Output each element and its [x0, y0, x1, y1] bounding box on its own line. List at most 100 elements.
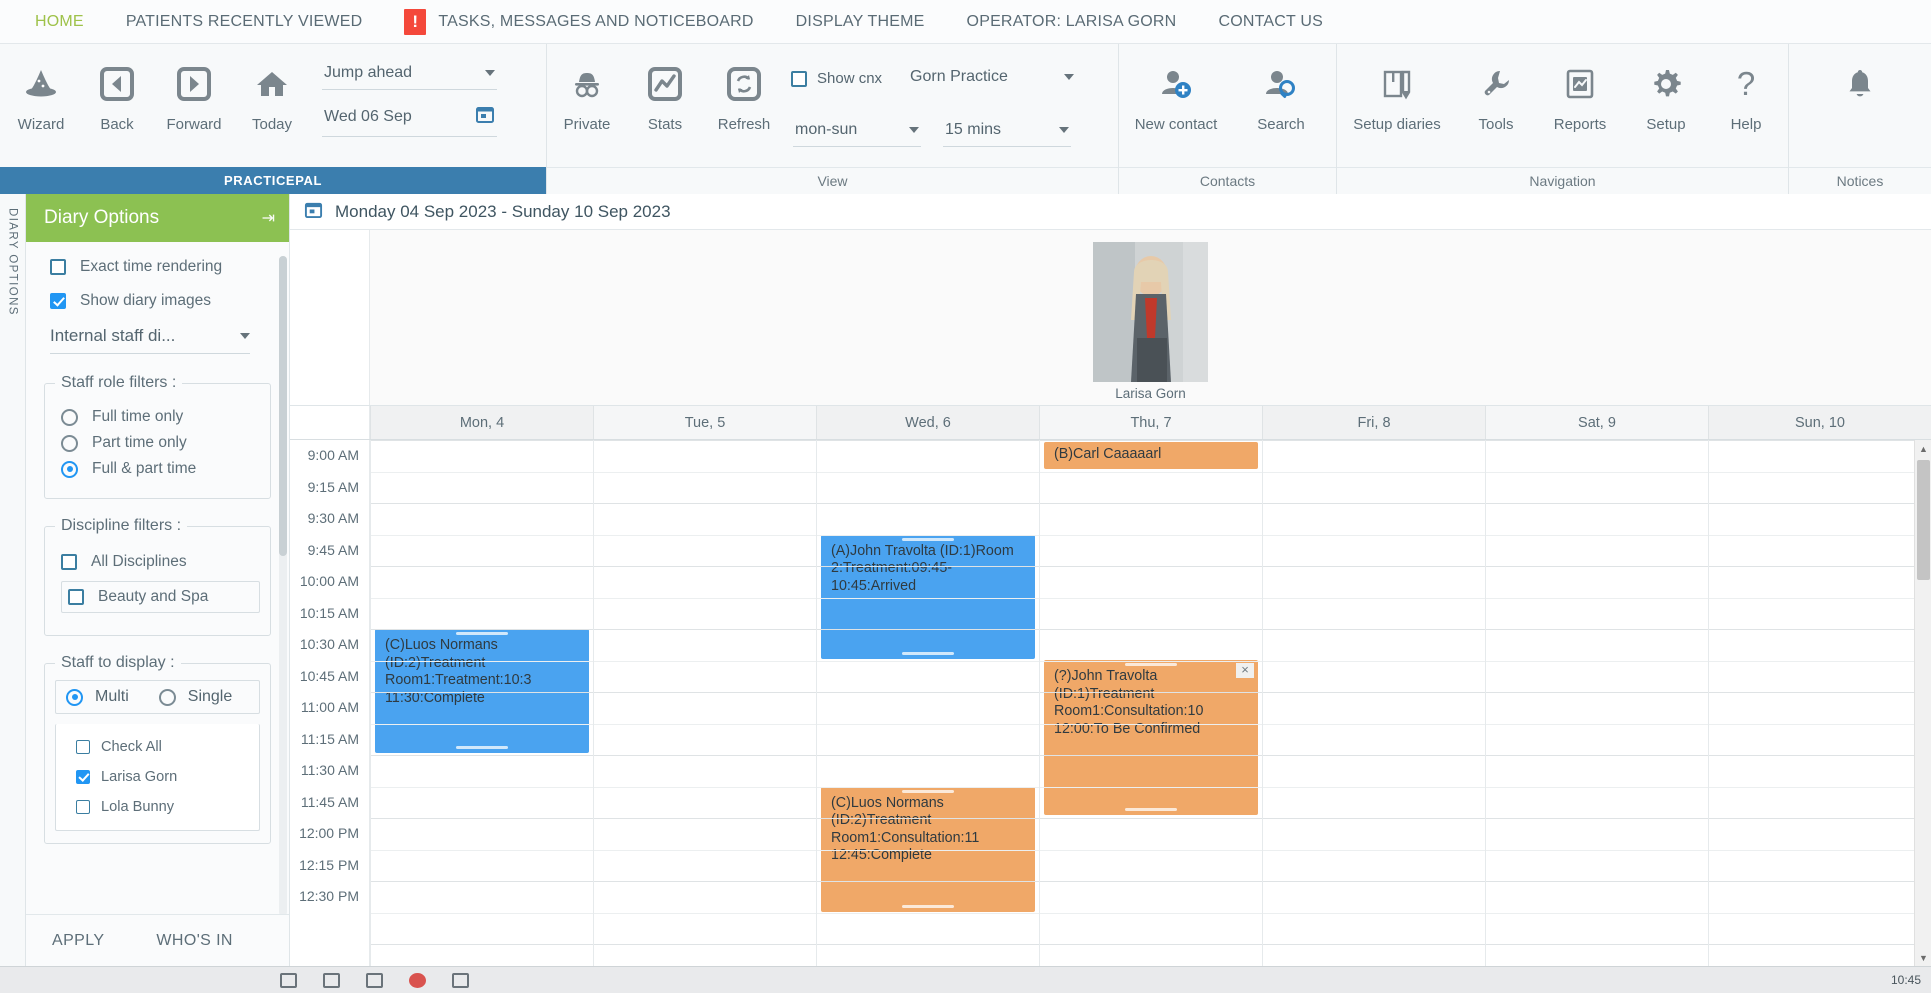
staff-role-option-full-time[interactable]: Full time only [61, 408, 260, 426]
resize-handle-bottom[interactable] [902, 904, 954, 908]
browser-icon[interactable] [366, 972, 383, 988]
calendar-vertical-scrollbar[interactable]: ▲ ▼ [1914, 440, 1931, 966]
appointment-luos-normans-mon[interactable]: (C)Luos Normans (ID:2)Treatment Room1:Tr… [375, 629, 589, 753]
staff-item-lola-bunny[interactable]: Lola Bunny [66, 792, 249, 822]
grid-line [371, 566, 593, 567]
grid-line [1263, 692, 1485, 693]
day-header-sat[interactable]: Sat, 9 [1485, 406, 1708, 439]
day-column-sat[interactable] [1485, 440, 1708, 966]
diary-options-rail-tab[interactable]: DIARY OPTIONS [0, 194, 26, 966]
checkbox-all-disciplines[interactable] [61, 554, 77, 570]
resize-handle-top[interactable] [1125, 663, 1177, 666]
staff-role-option-part-time[interactable]: Part time only [61, 434, 260, 452]
day-column-sun[interactable] [1708, 440, 1931, 966]
staff-to-display-legend: Staff to display : [61, 654, 175, 671]
scrollbar-thumb[interactable] [1917, 460, 1930, 580]
radio-full-and-part-time[interactable] [61, 460, 78, 478]
refresh-icon [727, 62, 761, 106]
apply-button[interactable]: APPLY [26, 932, 130, 950]
grid-line [594, 849, 816, 851]
day-column-mon[interactable]: (C)Luos Normans (ID:2)Treatment Room1:Tr… [370, 440, 593, 966]
practice-select[interactable]: Gorn Practice [908, 64, 1076, 93]
exact-time-rendering-checkbox[interactable] [50, 259, 66, 275]
show-cnx-checkbox[interactable] [791, 70, 807, 87]
scroll-down-icon[interactable]: ▼ [1915, 949, 1931, 966]
grid-line [1040, 881, 1262, 882]
staff-role-option-full-and-part[interactable]: Full & part time [61, 460, 260, 478]
grid-line [1709, 471, 1931, 473]
close-icon[interactable]: × [1236, 663, 1254, 678]
topmenu-item-patients-recently-viewed[interactable]: PATIENTS RECENTLY VIEWED [105, 0, 384, 44]
whos-in-button[interactable]: WHO'S IN [130, 932, 258, 950]
calendar-icon[interactable] [475, 104, 495, 129]
show-diary-images-checkbox[interactable] [50, 293, 66, 309]
day-header-thu[interactable]: Thu, 7 [1039, 406, 1262, 439]
app-icon[interactable] [452, 972, 469, 988]
days-range-select[interactable]: mon-sun [793, 117, 921, 147]
sidebar-scrollbar[interactable] [279, 256, 287, 914]
staff-item-check-all[interactable]: Check All [66, 732, 249, 762]
topmenu-item-tasks-messages[interactable]: ! TASKS, MESSAGES AND NOTICEBOARD [383, 0, 774, 44]
appointment-john-travolta-wed[interactable]: (A)John Travolta (ID:1)Room 2:Treatment:… [821, 534, 1035, 659]
staff-item-label: Check All [101, 739, 162, 755]
record-icon[interactable] [409, 972, 426, 988]
resize-handle-bottom[interactable] [1125, 808, 1177, 811]
date-picker-input[interactable]: Wed 06 Sep [322, 100, 497, 137]
ribbon-group-view: Private Stats Refresh Show cnx Gorn Prac… [546, 44, 1118, 194]
diary-options-header: Diary Options ⇥ [26, 194, 289, 242]
radio-single[interactable] [158, 688, 176, 706]
grid-line [1263, 471, 1485, 473]
topmenu-item-contact-us[interactable]: CONTACT US [1197, 0, 1344, 44]
day-header-mon[interactable]: Mon, 4 [370, 406, 593, 439]
time-label: 10:45 AM [299, 667, 359, 684]
day-column-thu[interactable]: (B)Carl Caaaaarl × (?)John Travolta (ID:… [1039, 440, 1262, 966]
day-header-wed[interactable]: Wed, 6 [816, 406, 1039, 439]
window-icon[interactable] [323, 972, 340, 988]
topmenu-item-home[interactable]: HOME [14, 0, 105, 44]
interval-select[interactable]: 15 mins [943, 117, 1071, 147]
grid-line [1040, 534, 1262, 536]
radio-full-time-only[interactable] [61, 408, 78, 426]
grid-line [594, 629, 816, 630]
day-header-sun[interactable]: Sun, 10 [1708, 406, 1931, 439]
resize-handle-top[interactable] [902, 789, 954, 793]
radio-multi[interactable] [66, 688, 83, 706]
internal-staff-diary-select[interactable]: Internal staff di... [50, 326, 250, 354]
resize-handle-top[interactable] [456, 632, 508, 635]
scroll-up-icon[interactable]: ▲ [1915, 440, 1931, 457]
checkbox-lola-bunny[interactable] [76, 800, 90, 814]
discipline-all[interactable]: All Disciplines [61, 553, 260, 571]
calendar-day-header-row: Mon, 4 Tue, 5 Wed, 6 Thu, 7 Fri, 8 Sat, … [290, 406, 1931, 440]
staff-item-larisa-gorn[interactable]: Larisa Gorn [66, 762, 249, 792]
jump-ahead-select[interactable]: Jump ahead [322, 60, 497, 90]
photo-cell-empty [1262, 230, 1485, 405]
grid-line [1263, 723, 1485, 725]
topmenu-item-display-theme[interactable]: DISPLAY THEME [775, 0, 946, 44]
pin-icon[interactable]: ⇥ [262, 208, 275, 228]
ribbon-group-label-practicepal: PRACTICEPAL [0, 167, 546, 194]
resize-handle-bottom[interactable] [456, 746, 508, 749]
grid-line [1263, 660, 1485, 662]
day-column-wed[interactable]: (A)John Travolta (ID:1)Room 2:Treatment:… [816, 440, 1039, 966]
grid-line [1263, 755, 1485, 756]
day-header-tue[interactable]: Tue, 5 [593, 406, 816, 439]
radio-part-time-only[interactable] [61, 434, 78, 452]
time-label: 10:15 AM [299, 604, 359, 621]
grid-line [594, 786, 816, 788]
checkbox-check-all[interactable] [76, 740, 90, 754]
resize-handle-top[interactable] [902, 537, 954, 541]
day-column-tue[interactable] [593, 440, 816, 966]
resize-handle-bottom[interactable] [902, 651, 954, 655]
day-header-fri[interactable]: Fri, 8 [1262, 406, 1485, 439]
folder-icon[interactable] [280, 972, 297, 988]
practice-value: Gorn Practice [910, 68, 1008, 85]
checkbox-beauty-and-spa[interactable] [68, 589, 84, 605]
checkbox-larisa-gorn[interactable] [76, 770, 90, 784]
appointment-john-travolta-thu[interactable]: × (?)John Travolta (ID:1)Treatment Room1… [1044, 660, 1258, 815]
day-column-fri[interactable] [1262, 440, 1485, 966]
topmenu-item-operator[interactable]: OPERATOR: LARISA GORN [946, 0, 1198, 44]
grid-line [817, 849, 1039, 851]
grid-line [371, 692, 593, 693]
appointment-carl-caaaaarl-thu[interactable]: (B)Carl Caaaaarl [1044, 442, 1258, 469]
discipline-beauty-and-spa[interactable]: Beauty and Spa [61, 581, 260, 613]
